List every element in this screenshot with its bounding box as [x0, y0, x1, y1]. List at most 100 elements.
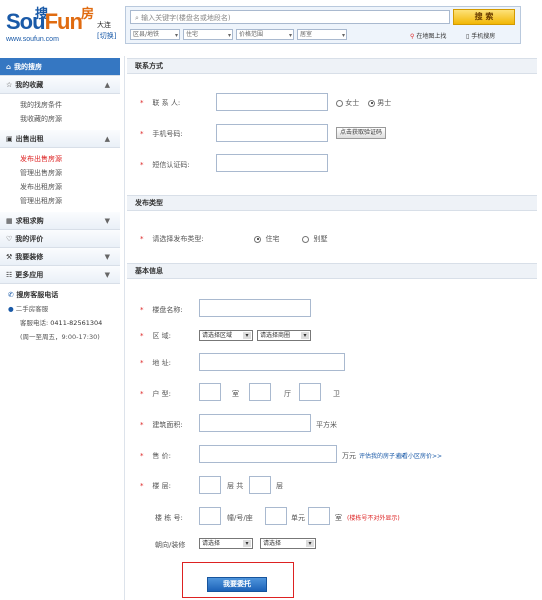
- required-mark: *: [140, 421, 144, 429]
- required-mark: *: [140, 482, 144, 490]
- sidebar-item-reviews[interactable]: ♡ 我的评价: [0, 230, 120, 248]
- radio-male[interactable]: [368, 99, 375, 107]
- chevron-up-icon: ▲: [104, 135, 110, 143]
- gender-male-option[interactable]: 男士: [368, 98, 391, 108]
- publish-type-residence-option[interactable]: 住宅: [254, 234, 279, 244]
- building-no-hint: (楼栋号不对外显示): [347, 515, 400, 522]
- required-mark: *: [140, 332, 144, 340]
- map-search-label: 在地图上找: [416, 33, 447, 40]
- price-input[interactable]: [199, 445, 337, 463]
- orientation-select[interactable]: 请选择 ▾: [199, 538, 253, 549]
- sidebar: ⌂ 我的搜房 ☆ 我的收藏 ▲ 我的找房条件 我收藏的房源 ▣ 出售出租 ▲ 发布出售房源…: [0, 58, 120, 344]
- price-label-text: 售 价:: [152, 452, 171, 460]
- floor-level-input[interactable]: [199, 476, 221, 494]
- sidebar-subitem-manage-sale[interactable]: 管理出售房源: [0, 166, 120, 180]
- unit-no-input[interactable]: [265, 507, 287, 525]
- view-estate-price-link[interactable]: 查看小区房价>>: [396, 451, 442, 460]
- floor-label: * 楼 层:: [140, 481, 171, 491]
- district-label-text: 区 域:: [152, 332, 171, 340]
- search-input[interactable]: ⌕ 输入关键字(楼盘名或地段名): [130, 10, 450, 24]
- publish-type-villa-option[interactable]: 别墅: [302, 234, 327, 244]
- map-search-link[interactable]: ⚲ 在地图上找: [410, 31, 446, 40]
- contact-name-input[interactable]: [216, 93, 328, 111]
- layout-label-text: 户 型:: [152, 390, 171, 398]
- sidebar-item-label: 更多应用: [15, 271, 44, 279]
- sms-code-label-text: 短信认证码:: [152, 161, 190, 169]
- decoration-select-value: 请选择: [263, 540, 282, 547]
- hotline-phone-number: 0411-82561304: [50, 319, 103, 327]
- building-area-input[interactable]: [199, 414, 311, 432]
- estate-name-label-text: 楼盘名称:: [152, 306, 183, 314]
- address-input[interactable]: [199, 353, 345, 371]
- estate-name-input[interactable]: [199, 299, 311, 317]
- sidebar-item-seek-buy[interactable]: ▦ 求租求购 ▼: [0, 212, 120, 230]
- sms-code-label: * 短信认证码:: [140, 160, 190, 170]
- chevron-down-icon: ▾: [341, 32, 345, 39]
- required-mark: *: [140, 390, 144, 398]
- layout-label: * 户 型:: [140, 389, 171, 399]
- sidebar-item-my-search[interactable]: ⌂ 我的搜房: [0, 58, 120, 76]
- filter-price-label: 价格范围: [239, 31, 264, 38]
- city-switch-link[interactable]: [切换]: [97, 31, 116, 41]
- logo-sou: Sou: [6, 9, 46, 34]
- submit-commission-button[interactable]: 我要委托: [207, 577, 267, 592]
- building-no-input[interactable]: [199, 507, 221, 525]
- heart-icon: ♡: [6, 235, 13, 243]
- estate-name-label: * 楼盘名称:: [140, 305, 183, 315]
- address-label-text: 地 址:: [152, 359, 171, 367]
- decoration-select[interactable]: 请选择 ▾: [260, 538, 316, 549]
- phone-icon: ✆: [8, 291, 14, 299]
- district-label: * 区 域:: [140, 331, 171, 341]
- radio-female[interactable]: [336, 99, 343, 107]
- search-button[interactable]: 搜 索: [453, 9, 515, 25]
- layout-bath-input[interactable]: [299, 383, 321, 401]
- sidebar-item-renovation[interactable]: ⚒ 我要装修 ▼: [0, 248, 120, 266]
- chevron-down-icon: ▼: [104, 217, 110, 225]
- district-select[interactable]: 请选择区域 ▾: [199, 330, 253, 341]
- gender-female-label: 女士: [345, 99, 360, 107]
- radio-residence[interactable]: [254, 235, 261, 243]
- floor-level-unit: 层 共: [227, 482, 244, 490]
- search-panel: ⌕ 输入关键字(楼盘名或地段名) 搜 索 区县/地铁 ▾ 住宅 ▾ 价格范围 ▾ 居室…: [125, 6, 521, 44]
- gender-female-option[interactable]: 女士: [336, 98, 359, 108]
- sidebar-item-sell-rent[interactable]: ▣ 出售出租 ▲: [0, 130, 120, 148]
- room-no-unit: 室: [335, 514, 342, 522]
- radio-villa[interactable]: [302, 235, 309, 243]
- grid-icon: ☷: [6, 271, 13, 279]
- sidebar-subitem-search-conditions[interactable]: 我的找房条件: [0, 98, 120, 112]
- sidebar-item-favorites[interactable]: ☆ 我的收藏 ▲: [0, 76, 120, 94]
- floor-label-text: 楼 层:: [152, 482, 171, 490]
- sidebar-subitem-manage-rent[interactable]: 管理出租房源: [0, 194, 120, 208]
- sidebar-item-label: 我的收藏: [15, 81, 44, 89]
- info-icon: ●: [8, 305, 14, 313]
- logo-cn-2: 房: [81, 7, 95, 22]
- hotline-type-text: 二手房客服: [15, 305, 49, 313]
- floor-total-input[interactable]: [249, 476, 271, 494]
- filter-price-select[interactable]: 价格范围 ▾: [236, 29, 294, 40]
- sms-code-input[interactable]: [216, 154, 328, 172]
- room-no-input[interactable]: [308, 507, 330, 525]
- contact-phone-label-text: 手机号码:: [152, 130, 183, 138]
- sidebar-subitem-publish-rent[interactable]: 发布出租房源: [0, 180, 120, 194]
- sidebar-subitem-publish-sale[interactable]: 发布出售房源: [0, 152, 120, 166]
- hammer-icon: ⚒: [6, 253, 13, 261]
- building-area-label: * 建筑面积:: [140, 420, 183, 430]
- filter-rooms-select[interactable]: 居室 ▾: [297, 29, 347, 40]
- business-area-select[interactable]: 请选择商圈 ▾: [257, 330, 311, 341]
- sidebar-subitem-saved-listings[interactable]: 我收藏的房源: [0, 112, 120, 126]
- filter-type-select[interactable]: 住宅 ▾: [183, 29, 233, 40]
- sidebar-item-more-apps[interactable]: ☷ 更多应用 ▼: [0, 266, 120, 284]
- chevron-up-icon: ▲: [104, 81, 110, 89]
- layout-room-input[interactable]: [199, 383, 221, 401]
- layout-hall-input[interactable]: [249, 383, 271, 401]
- contact-phone-input[interactable]: [216, 124, 328, 142]
- hotline-title-text: 搜房客服电话: [16, 291, 59, 299]
- publish-type-label: * 请选择发布类型:: [140, 234, 204, 244]
- chevron-down-icon: ▾: [227, 32, 231, 39]
- get-code-button[interactable]: 点击获取验证码: [336, 127, 387, 139]
- business-area-select-value: 请选择商圈: [260, 332, 291, 339]
- floor-total-unit: 层: [276, 482, 283, 490]
- city-name: 大连: [97, 21, 111, 29]
- mobile-soufun-link[interactable]: ▯ 手机搜房: [466, 31, 495, 40]
- filter-district-select[interactable]: 区县/地铁 ▾: [130, 29, 180, 40]
